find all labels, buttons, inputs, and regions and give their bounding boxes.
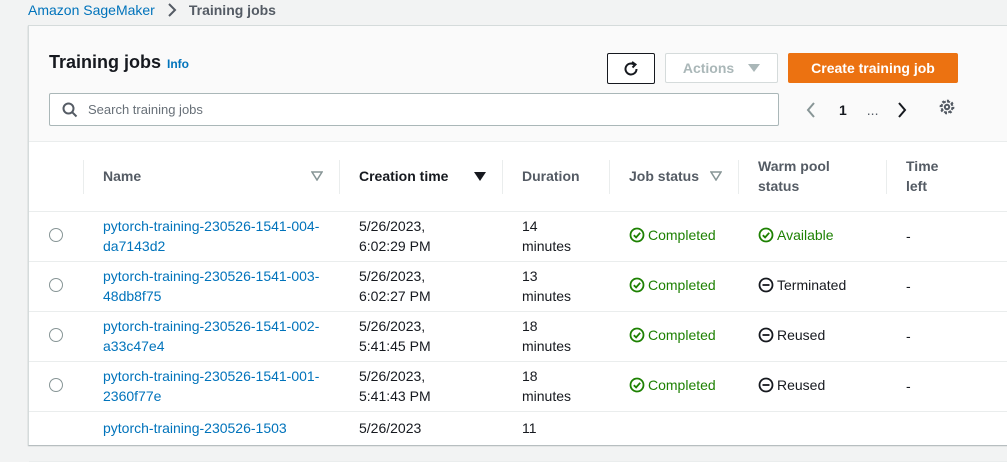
check-circle-icon xyxy=(758,227,774,242)
search-box xyxy=(49,93,779,126)
duration: 18 minutes xyxy=(522,318,572,354)
job-status-label: Completed xyxy=(648,376,716,393)
time-left-column-header[interactable]: Time left xyxy=(886,142,1007,212)
creation-time: 5/26/2023, 5:41:43 PM xyxy=(359,368,431,404)
warm-pool-status-label: Terminated xyxy=(777,276,847,293)
training-jobs-panel: Training jobs Info Actions Create traini… xyxy=(28,25,1007,462)
table-row[interactable]: pytorch-training-230526-1541-001-2360f77… xyxy=(29,361,1007,412)
row-select-radio[interactable] xyxy=(49,378,63,392)
info-link[interactable]: Info xyxy=(167,57,189,71)
job-name-link[interactable]: pytorch-training-230526-1541-003-48db8f7… xyxy=(103,268,319,304)
warm-pool-status-label: Reused xyxy=(777,376,826,393)
caret-down-icon xyxy=(748,64,761,72)
time-left: - xyxy=(906,228,911,244)
time-left-column-label: Time left xyxy=(906,158,939,195)
next-page-icon[interactable] xyxy=(896,102,912,118)
row-select-radio[interactable] xyxy=(49,328,63,342)
page-title: Training jobs xyxy=(49,52,162,72)
training-jobs-table: Name Creation time Duration Job status W… xyxy=(29,142,1007,462)
breadcrumb: Amazon SageMaker Training jobs xyxy=(28,0,276,20)
name-column-label: Name xyxy=(103,168,142,185)
table-row[interactable]: pytorch-training-230526-1541-002-a33c47e… xyxy=(29,311,1007,362)
job-status-label: Completed xyxy=(648,326,716,343)
minus-circle-icon xyxy=(758,377,774,392)
warm-pool-status-label: Reused xyxy=(777,326,826,343)
refresh-button[interactable] xyxy=(607,53,655,84)
job-status: Completed xyxy=(629,275,716,295)
check-circle-icon xyxy=(629,227,645,242)
minus-circle-icon xyxy=(758,277,774,292)
table-row[interactable]: pytorch-training-230526-1503 5/26/2023 1… xyxy=(29,411,1007,462)
warm-pool-status-column-label: Warm pool status xyxy=(758,158,830,195)
job-name-link[interactable]: pytorch-training-230526-1541-001-2360f77… xyxy=(103,368,319,404)
breadcrumb-root-link[interactable]: Amazon SageMaker xyxy=(28,2,155,18)
warm-pool-status-label: Available xyxy=(777,226,834,243)
job-status-column-header[interactable]: Job status xyxy=(609,142,738,212)
row-select-radio[interactable] xyxy=(49,228,63,242)
duration-column-header[interactable]: Duration xyxy=(502,142,609,212)
chevron-right-icon xyxy=(167,3,177,17)
job-status-column-label: Job status xyxy=(629,168,700,185)
job-status-label: Completed xyxy=(648,226,716,243)
duration: 14 minutes xyxy=(522,218,572,254)
job-name-link[interactable]: pytorch-training-230526-1541-004-da7143d… xyxy=(103,218,319,254)
duration-column-label: Duration xyxy=(522,168,580,185)
search-icon xyxy=(62,102,78,118)
create-training-job-button[interactable]: Create training job xyxy=(788,53,958,83)
pagination-ellipsis: ... xyxy=(866,102,879,118)
breadcrumb-current: Training jobs xyxy=(188,2,276,18)
warm-pool-status: Available xyxy=(758,225,834,245)
job-name-link[interactable]: pytorch-training-230526-1503 xyxy=(103,420,287,436)
pagination: 1 ... xyxy=(805,98,912,122)
table-row[interactable]: pytorch-training-230526-1541-003-48db8f7… xyxy=(29,261,1007,312)
job-name-link[interactable]: pytorch-training-230526-1541-002-a33c47e… xyxy=(103,318,319,354)
select-column-header xyxy=(29,142,83,212)
check-circle-icon xyxy=(629,377,645,392)
warm-pool-status-column-header[interactable]: Warm pool status xyxy=(738,142,886,212)
sort-triangle-icon[interactable] xyxy=(311,171,323,182)
warm-pool-status: Terminated xyxy=(758,275,846,295)
creation-time-column-header[interactable]: Creation time xyxy=(339,142,502,212)
job-status-label: Completed xyxy=(648,276,716,293)
minus-circle-icon xyxy=(758,327,774,342)
creation-time: 5/26/2023, 6:02:27 PM xyxy=(359,268,431,304)
sort-descending-icon[interactable] xyxy=(474,171,486,182)
creation-time: 5/26/2023 xyxy=(359,419,422,436)
creation-time: 5/26/2023, 6:02:29 PM xyxy=(359,218,431,254)
time-left: - xyxy=(906,328,911,344)
job-status: Completed xyxy=(629,375,716,395)
previous-page-icon[interactable] xyxy=(805,102,821,118)
duration: 11 xyxy=(522,419,537,436)
creation-time: 5/26/2023, 5:41:45 PM xyxy=(359,318,431,354)
search-input[interactable] xyxy=(88,102,728,117)
gear-icon[interactable] xyxy=(938,98,956,116)
name-column-header[interactable]: Name xyxy=(83,142,339,212)
warm-pool-status: Reused xyxy=(758,325,825,345)
check-circle-icon xyxy=(629,327,645,342)
panel-header: Training jobs Info Actions Create traini… xyxy=(29,26,1007,142)
table-header-row: Name Creation time Duration Job status W… xyxy=(29,142,1007,212)
warm-pool-status: Reused xyxy=(758,375,825,395)
page-number[interactable]: 1 xyxy=(839,102,847,118)
time-left: - xyxy=(906,278,911,294)
duration: 13 minutes xyxy=(522,268,572,304)
refresh-icon xyxy=(622,60,640,78)
check-circle-icon xyxy=(629,277,645,292)
job-status: Completed xyxy=(629,325,716,345)
creation-time-column-label: Creation time xyxy=(359,168,449,185)
table-row[interactable]: pytorch-training-230526-1541-004-da7143d… xyxy=(29,211,1007,262)
time-left: - xyxy=(906,378,911,394)
actions-label: Actions xyxy=(682,60,735,76)
duration: 18 minutes xyxy=(522,368,572,404)
job-status: Completed xyxy=(629,225,716,245)
row-select-radio[interactable] xyxy=(49,278,63,292)
sort-triangle-icon[interactable] xyxy=(710,171,722,182)
actions-dropdown[interactable]: Actions xyxy=(665,53,778,83)
